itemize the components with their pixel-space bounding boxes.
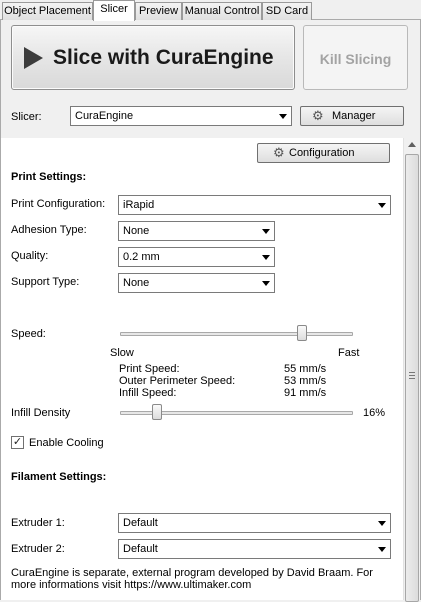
adhesion-type-value: None [123,225,150,237]
enable-cooling-checkbox[interactable]: ✓ [11,436,24,449]
slicer-select[interactable]: CuraEngine [70,106,292,126]
print-speed-label: Print Speed: [119,363,180,375]
adhesion-type-label: Adhesion Type: [11,224,87,236]
tab-sd-card[interactable]: SD Card [262,2,312,20]
configuration-button-label: Configuration [289,147,355,159]
slicer-panel: Slice with CuraEngine Kill Slicing Slice… [0,20,421,602]
manager-button[interactable]: ⚙ Manager [300,106,404,126]
adhesion-type-select[interactable]: None [118,221,275,241]
enable-cooling-label: Enable Cooling [29,437,104,449]
speed-slow-label: Slow [110,347,134,359]
filament-settings-heading: Filament Settings: [11,471,107,483]
support-type-label: Support Type: [11,276,80,288]
infill-density-slider-thumb[interactable] [152,404,163,420]
extruder-2-select[interactable]: Default [118,539,391,559]
chevron-down-icon [378,521,386,526]
chevron-down-icon [378,547,386,552]
speed-slider-track[interactable] [120,332,353,336]
extruder-2-label: Extruder 2: [11,543,65,555]
chevron-down-icon [378,203,386,208]
tab-manual-control[interactable]: Manual Control [182,2,262,20]
tab-object-placement[interactable]: Object Placement [2,2,93,20]
grip-icon [409,372,415,379]
support-type-value: None [123,277,150,289]
extruder-1-value: Default [123,517,158,529]
support-type-select[interactable]: None [118,273,275,293]
tab-preview[interactable]: Preview [135,2,182,20]
kill-slicing-button[interactable]: Kill Slicing [303,25,408,90]
kill-slicing-label: Kill Slicing [319,51,392,67]
quality-label: Quality: [11,250,49,262]
quality-select[interactable]: 0.2 mm [118,247,275,267]
curaengine-info-text: CuraEngine is separate, external program… [11,567,373,591]
slice-button-label: Slice with CuraEngine [53,46,274,69]
outer-perimeter-speed-value: 53 mm/s [284,375,327,387]
configuration-button[interactable]: ⚙ Configuration [257,143,390,163]
chevron-down-icon [262,229,270,234]
manager-button-label: Manager [332,110,376,122]
slicer-select-value: CuraEngine [75,110,134,122]
speed-fast-label: Fast [338,347,360,359]
quality-value: 0.2 mm [123,251,160,263]
speed-label: Speed: [11,328,46,340]
slicer-label: Slicer: [11,111,42,123]
print-configuration-label: Print Configuration: [11,198,106,210]
scrollbar-thumb[interactable] [405,154,419,602]
infill-speed-label: Infill Speed: [119,387,177,399]
chevron-down-icon [262,255,270,260]
speed-slider-thumb[interactable] [296,325,307,341]
gear-icon: ⚙ [273,145,285,160]
extruder-2-value: Default [123,543,158,555]
scroll-up-arrow-icon[interactable] [408,142,416,147]
infill-density-label: Infill Density [11,407,71,419]
chevron-down-icon [279,114,287,119]
tab-strip: Object Placement Slicer Preview Manual C… [0,0,421,21]
vertical-scrollbar[interactable] [403,138,420,602]
tab-slicer[interactable]: Slicer [93,0,135,21]
slice-with-curaengine-button[interactable]: Slice with CuraEngine [11,25,295,90]
play-icon [24,47,43,69]
extruder-1-select[interactable]: Default [118,513,391,533]
print-settings-heading: Print Settings: [11,171,87,183]
gears-icon: ⚙ [312,108,324,123]
chevron-down-icon [262,281,270,286]
print-speed-value: 55 mm/s [284,363,327,375]
outer-perimeter-speed-label: Outer Perimeter Speed: [119,375,236,387]
infill-speed-value: 91 mm/s [284,387,327,399]
infill-density-value: 16% [363,407,386,419]
checkmark-icon: ✓ [12,436,23,448]
print-configuration-select[interactable]: iRapid [118,195,391,215]
print-configuration-value: iRapid [123,199,155,211]
extruder-1-label: Extruder 1: [11,517,65,529]
